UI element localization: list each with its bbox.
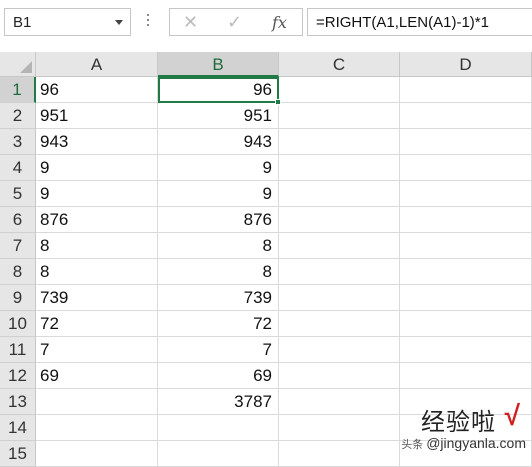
- row-header[interactable]: 1: [0, 77, 36, 103]
- cell-d[interactable]: [400, 311, 532, 337]
- cell-c[interactable]: [279, 415, 400, 441]
- cell-c[interactable]: [279, 285, 400, 311]
- cell-d[interactable]: [400, 207, 532, 233]
- cell-b[interactable]: 7: [158, 337, 279, 363]
- insert-function-icon[interactable]: fx: [272, 13, 287, 33]
- cell-c[interactable]: [279, 441, 400, 467]
- cell-b[interactable]: 876: [158, 207, 279, 233]
- cell-a[interactable]: 7: [36, 337, 158, 363]
- row-header[interactable]: 15: [0, 441, 36, 467]
- cell-d[interactable]: [400, 285, 532, 311]
- cell-d[interactable]: [400, 181, 532, 207]
- cell-c[interactable]: [279, 155, 400, 181]
- cell-a[interactable]: 8: [36, 233, 158, 259]
- drag-handle-icon[interactable]: [146, 14, 150, 32]
- row-header[interactable]: 10: [0, 311, 36, 337]
- row-header[interactable]: 5: [0, 181, 36, 207]
- cell-b[interactable]: 3787: [158, 389, 279, 415]
- select-all-button[interactable]: [0, 52, 36, 77]
- cell-d[interactable]: [400, 77, 532, 103]
- cell-a[interactable]: 943: [36, 129, 158, 155]
- cell-b[interactable]: 739: [158, 285, 279, 311]
- cell-d[interactable]: [400, 129, 532, 155]
- cell-c[interactable]: [279, 363, 400, 389]
- cell-b[interactable]: 9: [158, 155, 279, 181]
- cell-d[interactable]: [400, 389, 532, 415]
- cell-b[interactable]: 69: [158, 363, 279, 389]
- cell-a[interactable]: 9: [36, 181, 158, 207]
- cell-a[interactable]: 72: [36, 311, 158, 337]
- select-all-icon: [20, 61, 32, 73]
- row-header[interactable]: 6: [0, 207, 36, 233]
- cell-b[interactable]: 951: [158, 103, 279, 129]
- cell-c[interactable]: [279, 259, 400, 285]
- cell-b[interactable]: 9: [158, 181, 279, 207]
- cell-c[interactable]: [279, 233, 400, 259]
- cell-d[interactable]: [400, 259, 532, 285]
- row-header[interactable]: 2: [0, 103, 36, 129]
- row-header[interactable]: 4: [0, 155, 36, 181]
- row-header[interactable]: 8: [0, 259, 36, 285]
- column-header-c[interactable]: C: [279, 52, 400, 77]
- cancel-icon[interactable]: ✕: [183, 12, 198, 32]
- column-header-b[interactable]: B: [158, 52, 279, 77]
- cell-c[interactable]: [279, 337, 400, 363]
- row-header[interactable]: 7: [0, 233, 36, 259]
- cell-b[interactable]: 943: [158, 129, 279, 155]
- cell-a[interactable]: 739: [36, 285, 158, 311]
- cell-b[interactable]: 8: [158, 259, 279, 285]
- chevron-down-icon[interactable]: [115, 20, 123, 25]
- cell-a[interactable]: 876: [36, 207, 158, 233]
- cell-a[interactable]: 951: [36, 103, 158, 129]
- spreadsheet-grid: A B C D 1 96 96 2 951 951 3 943 943 4 9 9 5 9 9 6 876 876 7 8 8 8…: [0, 52, 532, 467]
- cell-d[interactable]: [400, 363, 532, 389]
- column-header-d[interactable]: D: [400, 52, 532, 77]
- cell-d[interactable]: [400, 441, 532, 467]
- cell-c[interactable]: [279, 181, 400, 207]
- cell-d[interactable]: [400, 233, 532, 259]
- cell-a[interactable]: 8: [36, 259, 158, 285]
- cell-b[interactable]: [158, 441, 279, 467]
- name-box[interactable]: B1: [4, 8, 131, 36]
- cell-b[interactable]: 8: [158, 233, 279, 259]
- row-header[interactable]: 14: [0, 415, 36, 441]
- formula-text: =RIGHT(A1,LEN(A1)-1)*1: [316, 14, 489, 31]
- formula-buttons: ✕ ✓ fx: [169, 8, 303, 36]
- cell-a[interactable]: [36, 415, 158, 441]
- cell-a[interactable]: 96: [36, 77, 158, 103]
- cell-c[interactable]: [279, 389, 400, 415]
- row-header[interactable]: 13: [0, 389, 36, 415]
- cell-a[interactable]: [36, 389, 158, 415]
- formula-input[interactable]: =RIGHT(A1,LEN(A1)-1)*1: [307, 8, 532, 36]
- cell-d[interactable]: [400, 415, 532, 441]
- cell-c[interactable]: [279, 129, 400, 155]
- cell-c[interactable]: [279, 311, 400, 337]
- row-header[interactable]: 12: [0, 363, 36, 389]
- cell-d[interactable]: [400, 155, 532, 181]
- fill-handle[interactable]: [275, 99, 281, 105]
- cell-b[interactable]: 72: [158, 311, 279, 337]
- cell-a[interactable]: 69: [36, 363, 158, 389]
- cell-c[interactable]: [279, 103, 400, 129]
- cell-d[interactable]: [400, 103, 532, 129]
- row-header[interactable]: 11: [0, 337, 36, 363]
- cell-c[interactable]: [279, 207, 400, 233]
- column-header-a[interactable]: A: [36, 52, 158, 77]
- cell-d[interactable]: [400, 337, 532, 363]
- formula-bar: B1 ✕ ✓ fx =RIGHT(A1,LEN(A1)-1)*1: [0, 0, 532, 47]
- name-box-value: B1: [13, 14, 32, 31]
- cell-a[interactable]: 9: [36, 155, 158, 181]
- cell-b[interactable]: [158, 415, 279, 441]
- enter-icon[interactable]: ✓: [227, 12, 242, 32]
- row-header[interactable]: 3: [0, 129, 36, 155]
- cell-a[interactable]: [36, 441, 158, 467]
- cell-c[interactable]: [279, 77, 400, 103]
- cell-b[interactable]: 96: [158, 77, 279, 103]
- row-header[interactable]: 9: [0, 285, 36, 311]
